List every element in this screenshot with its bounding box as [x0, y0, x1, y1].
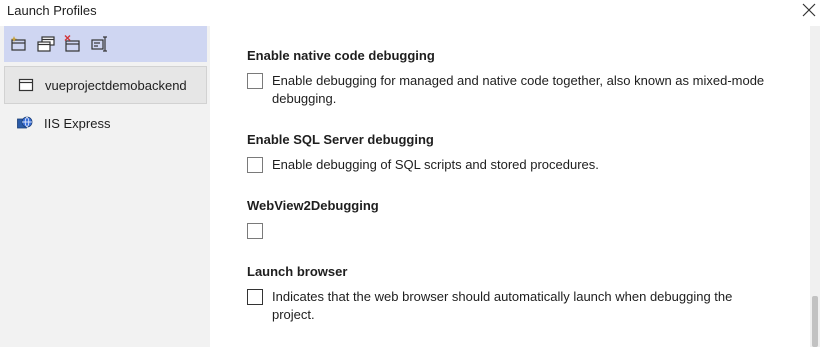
vertical-scrollbar[interactable] — [810, 26, 820, 347]
rename-profile-button[interactable] — [91, 35, 109, 53]
launch-profiles-dialog: Launch Profiles vueprojectdemobackend II… — [0, 0, 820, 347]
scrollbar-thumb[interactable] — [812, 296, 818, 347]
sql-server-debugging-checkbox[interactable] — [247, 157, 263, 173]
profile-label: IIS Express — [44, 115, 111, 131]
checkbox-row: Enable debugging for managed and native … — [247, 72, 807, 108]
copy-profile-icon — [37, 36, 55, 52]
checkbox-label: Enable debugging of SQL scripts and stor… — [272, 157, 599, 172]
panel-divider — [210, 26, 218, 347]
profile-item-iis-express[interactable]: IIS Express — [4, 104, 207, 142]
setting-title: Enable SQL Server debugging — [247, 132, 434, 147]
rename-profile-icon — [91, 36, 107, 52]
title-bar: Launch Profiles — [0, 0, 820, 24]
webview2-debugging-checkbox[interactable] — [247, 223, 263, 239]
close-button[interactable] — [800, 0, 818, 20]
native-code-debugging-checkbox[interactable] — [247, 73, 263, 89]
setting-webview2-debugging: WebView2Debugging — [247, 198, 807, 239]
checkbox-label: Enable debugging for managed and native … — [272, 73, 765, 106]
setting-launch-browser: Launch browser Indicates that the web br… — [247, 264, 807, 324]
new-profile-icon — [10, 36, 26, 51]
setting-sql-server-debugging: Enable SQL Server debugging Enable debug… — [247, 132, 807, 174]
setting-title: WebView2Debugging — [247, 198, 379, 213]
setting-native-code-debugging: Enable native code debugging Enable debu… — [247, 48, 807, 108]
setting-title: Enable native code debugging — [247, 48, 435, 63]
profile-item-vueprojectdemobackend[interactable]: vueprojectdemobackend — [4, 66, 207, 104]
copy-profile-button[interactable] — [37, 35, 55, 53]
profiles-panel: vueprojectdemobackend IIS Express — [0, 26, 210, 347]
profile-list: vueprojectdemobackend IIS Express — [4, 66, 207, 142]
checkbox-row — [247, 222, 807, 239]
delete-profile-button[interactable] — [64, 35, 82, 53]
profile-label: vueprojectdemobackend — [45, 77, 187, 93]
profiles-toolbar — [4, 26, 207, 62]
close-icon — [802, 3, 816, 17]
checkbox-label: Indicates that the web browser should au… — [272, 289, 733, 322]
setting-title: Launch browser — [247, 264, 348, 279]
dialog-title: Launch Profiles — [7, 3, 97, 18]
checkbox-row: Enable debugging of SQL scripts and stor… — [247, 156, 807, 174]
new-profile-button[interactable] — [10, 35, 28, 53]
checkbox-row: Indicates that the web browser should au… — [247, 288, 807, 324]
project-window-icon — [18, 77, 34, 93]
iis-globe-icon — [17, 115, 33, 131]
launch-browser-checkbox[interactable] — [247, 289, 263, 305]
delete-profile-icon — [64, 35, 80, 52]
settings-content: Enable native code debugging Enable debu… — [218, 26, 810, 347]
